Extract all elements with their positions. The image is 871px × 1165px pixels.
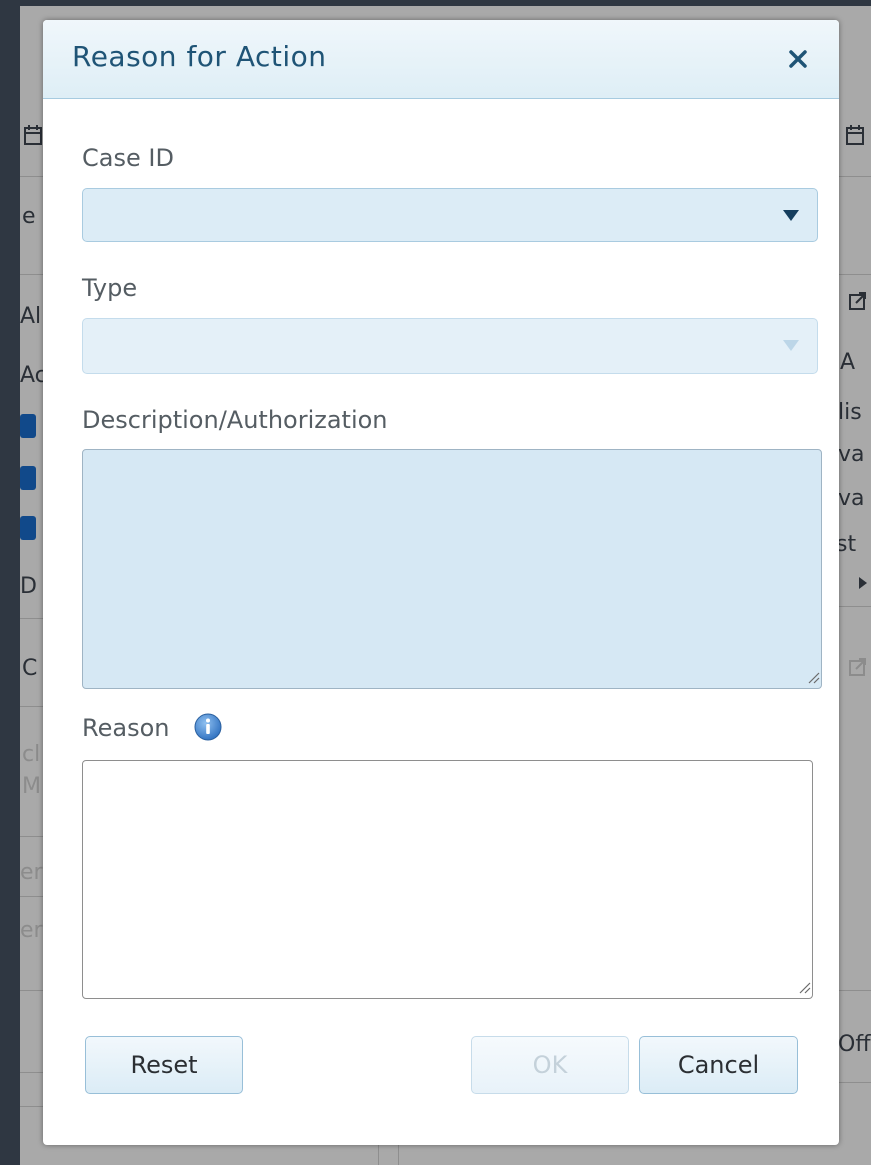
resize-grip-icon[interactable] [806, 670, 820, 684]
calendar-icon [24, 125, 42, 145]
external-link-icon [849, 658, 866, 676]
case-id-label: Case ID [82, 144, 174, 172]
bg-fragment: lis [838, 400, 862, 425]
reason-textarea[interactable] [82, 760, 813, 999]
bg-fragment: va [838, 442, 865, 467]
checkbox [20, 516, 36, 540]
bg-fragment: er [20, 860, 43, 885]
close-icon[interactable] [781, 42, 815, 76]
dialog-header: Reason for Action [43, 20, 839, 99]
bg-fragment: e [22, 204, 36, 229]
calendar-icon [846, 125, 864, 145]
bg-fragment: Off [838, 1032, 871, 1057]
external-link-icon [849, 292, 866, 310]
ok-button: OK [471, 1036, 629, 1094]
resize-grip-icon[interactable] [797, 980, 811, 994]
bg-fragment: D [20, 574, 37, 599]
reset-button[interactable]: Reset [85, 1036, 243, 1094]
checkbox [20, 466, 36, 490]
bg-fragment: A [840, 350, 856, 375]
reason-label: Reason [82, 714, 170, 742]
bg-fragment: er [20, 918, 43, 943]
type-select [82, 318, 818, 374]
case-id-select[interactable] [82, 188, 818, 242]
bg-fragment: va [838, 486, 865, 511]
caret-right-icon [859, 577, 867, 589]
bg-fragment: cl [22, 742, 41, 767]
bg-fragment: C [22, 656, 38, 681]
chevron-down-icon [783, 210, 799, 221]
chevron-down-icon [783, 340, 799, 351]
description-label: Description/Authorization [82, 406, 388, 434]
bg-fragment: st [836, 532, 857, 557]
dialog-title: Reason for Action [72, 40, 327, 73]
description-textarea[interactable] [82, 449, 822, 689]
bg-fragment: Al [20, 304, 42, 329]
reason-for-action-dialog: Reason for Action Case ID Type Descripti… [43, 20, 839, 1145]
cancel-button[interactable]: Cancel [639, 1036, 798, 1094]
checkbox [20, 414, 36, 438]
type-label: Type [82, 274, 138, 302]
info-icon[interactable] [193, 712, 223, 742]
bg-fragment: M [22, 774, 41, 799]
